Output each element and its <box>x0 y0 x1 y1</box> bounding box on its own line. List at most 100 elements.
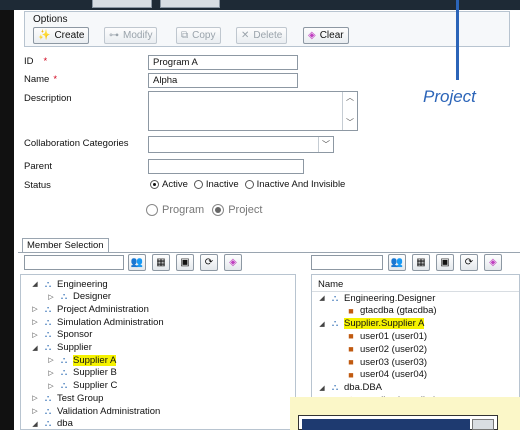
group-icon: ⛬ <box>44 278 52 289</box>
collapsed-twisty-icon[interactable]: ▷ <box>31 318 39 326</box>
expanded-twisty-icon[interactable]: ◢ <box>318 320 326 328</box>
top-tab[interactable] <box>160 0 220 8</box>
popup-title-bar <box>302 419 470 430</box>
tree-row[interactable]: ▷ ⛬ Simulation Administration <box>31 316 163 328</box>
expanded-twisty-icon[interactable]: ◢ <box>31 344 39 352</box>
copy-icon: ⧉ <box>181 29 189 41</box>
tree-row-label: dba.DBA <box>344 382 383 394</box>
group-icon: ⛬ <box>44 316 52 327</box>
tree-row[interactable]: ◢ ⛬ Supplier <box>31 342 92 354</box>
name-column-header[interactable]: Name <box>318 279 343 290</box>
user-icon: ■ <box>348 344 354 355</box>
tree-row[interactable]: ▷ ⛬ Designer <box>47 291 111 303</box>
tree-row[interactable]: ▷ ⛬ Supplier C <box>47 380 117 392</box>
tree-row[interactable]: ◢ ⛬ dba.DBA <box>318 382 382 394</box>
refresh-icon[interactable]: ⟳ <box>460 254 478 271</box>
tree-row-label: Sponsor <box>57 329 93 341</box>
description-textarea[interactable] <box>148 91 358 131</box>
status-active-radio[interactable]: Active <box>150 179 188 190</box>
status-inactive-radio[interactable]: Inactive <box>193 179 239 190</box>
tree-row-label: Engineering.Designer <box>344 292 436 304</box>
options-group-label: Options <box>33 14 68 25</box>
collapsed-twisty-icon[interactable]: ▷ <box>47 356 55 364</box>
group-icon: ⛬ <box>44 418 52 429</box>
collapsed-twisty-icon[interactable]: ▷ <box>47 382 55 390</box>
tree-row-label: user04 (user04) <box>360 369 428 381</box>
eraser-icon[interactable]: ◈ <box>484 254 502 271</box>
clear-button-label: Clear <box>319 30 344 41</box>
group-add-icon[interactable]: ▦ <box>152 254 170 271</box>
name-label: Name * <box>24 74 58 85</box>
expanded-twisty-icon[interactable]: ◢ <box>31 280 39 288</box>
id-field[interactable]: Program A <box>148 55 298 70</box>
tree-row[interactable]: ■ user03 (user03) <box>334 356 427 368</box>
user-icon: ■ <box>348 305 354 316</box>
tree-row-label: user03 (user03) <box>360 356 428 368</box>
top-tab[interactable] <box>92 0 152 8</box>
tree-row[interactable]: ◢ ⛬ Supplier.Supplier A <box>318 318 425 330</box>
tree-row[interactable]: ■ user01 (user01) <box>334 330 427 342</box>
collapsed-twisty-icon[interactable]: ▷ <box>47 369 55 377</box>
tree-row[interactable]: ◢ ⛬ dba <box>31 418 73 430</box>
refresh-icon[interactable]: ⟳ <box>200 254 218 271</box>
chevron-down-icon[interactable]: ﹀ <box>318 137 333 152</box>
tree-row-label: Supplier B <box>73 367 117 379</box>
tree-row[interactable]: ▷ ⛬ Supplier A <box>47 354 117 366</box>
collapsed-twisty-icon[interactable]: ▷ <box>31 407 39 415</box>
expanded-twisty-icon[interactable]: ◢ <box>318 384 326 392</box>
tree-row[interactable]: ◢ ⛬ Engineering <box>31 278 107 290</box>
tree-row[interactable]: ◢ ⛬ Engineering.Designer <box>318 292 435 304</box>
left-tree-pane: ◢ ⛬ Engineering ▷ ⛬ Designer ▷ ⛬ Project Adminis… <box>20 274 296 430</box>
collapsed-twisty-icon[interactable]: ▷ <box>31 394 39 402</box>
id-label: ID * <box>24 56 48 67</box>
sparkle-icon: ✨ <box>38 29 51 41</box>
collaboration-categories-select[interactable] <box>148 136 334 153</box>
right-search-input[interactable] <box>311 255 383 270</box>
user-icon: ■ <box>348 331 354 342</box>
tree-row[interactable]: ▷ ⛬ Validation Administration <box>31 405 160 417</box>
user-icon: ■ <box>348 357 354 367</box>
tree-row[interactable]: ▷ ⛬ Test Group <box>31 392 103 404</box>
modify-button-label: Modify <box>123 30 153 41</box>
popup-button[interactable] <box>472 419 494 430</box>
expanded-twisty-icon[interactable]: ◢ <box>31 420 39 428</box>
eraser-icon[interactable]: ◈ <box>224 254 242 271</box>
tab-member-selection[interactable]: Member Selection <box>22 238 109 252</box>
tree-row[interactable]: ■ user02 (user02) <box>334 343 427 355</box>
scroll-down-icon[interactable]: ﹀ <box>343 117 357 129</box>
collapsed-twisty-icon[interactable]: ▷ <box>47 293 55 301</box>
tree-row[interactable]: ▷ ⛬ Supplier B <box>47 367 117 379</box>
copy-button[interactable]: ⧉ Copy <box>176 27 221 44</box>
description-label: Description <box>24 93 72 104</box>
collapsed-twisty-icon[interactable]: ▷ <box>31 305 39 313</box>
user-search-icon[interactable]: 👥 <box>388 254 406 271</box>
role-add-icon[interactable]: ▣ <box>176 254 194 271</box>
create-button[interactable]: ✨ Create <box>33 27 90 44</box>
scroll-up-icon[interactable]: ︿ <box>343 92 357 104</box>
tree-row[interactable]: ■ user04 (user04) <box>334 369 427 381</box>
left-search-input[interactable] <box>24 255 124 270</box>
type-program-radio[interactable]: Program <box>146 204 204 216</box>
radio-selected-icon <box>150 180 159 189</box>
role-add-icon[interactable]: ▣ <box>436 254 454 271</box>
collaboration-categories-label: Collaboration Categories <box>24 138 129 149</box>
delete-button[interactable]: ✕ Delete <box>236 27 288 44</box>
radio-unselected-icon <box>146 204 158 216</box>
type-project-radio[interactable]: Project <box>212 204 262 216</box>
user-search-icon[interactable]: 👥 <box>128 254 146 271</box>
group-add-icon[interactable]: ▦ <box>412 254 430 271</box>
collapsed-twisty-icon[interactable]: ▷ <box>31 331 39 339</box>
group-icon: ⛬ <box>44 392 52 403</box>
tree-row-label: dba <box>57 418 73 430</box>
tree-row[interactable]: ▷ ⛬ Project Administration <box>31 303 149 315</box>
modify-button[interactable]: ⊶ Modify <box>104 27 158 44</box>
tree-row[interactable]: ■ gtacdba (gtacdba) <box>334 305 436 317</box>
tree-row[interactable]: ▷ ⛬ Sponsor <box>31 329 92 341</box>
description-scrollbar[interactable]: ︿ ﹀ <box>342 92 357 130</box>
tree-row-label: user01 (user01) <box>360 330 428 342</box>
status-inactive-invisible-radio[interactable]: Inactive And Invisible <box>244 179 345 190</box>
parent-field[interactable] <box>148 159 304 174</box>
clear-button[interactable]: ◈ Clear <box>303 27 349 44</box>
expanded-twisty-icon[interactable]: ◢ <box>318 294 326 302</box>
name-field[interactable]: Alpha <box>148 73 298 88</box>
